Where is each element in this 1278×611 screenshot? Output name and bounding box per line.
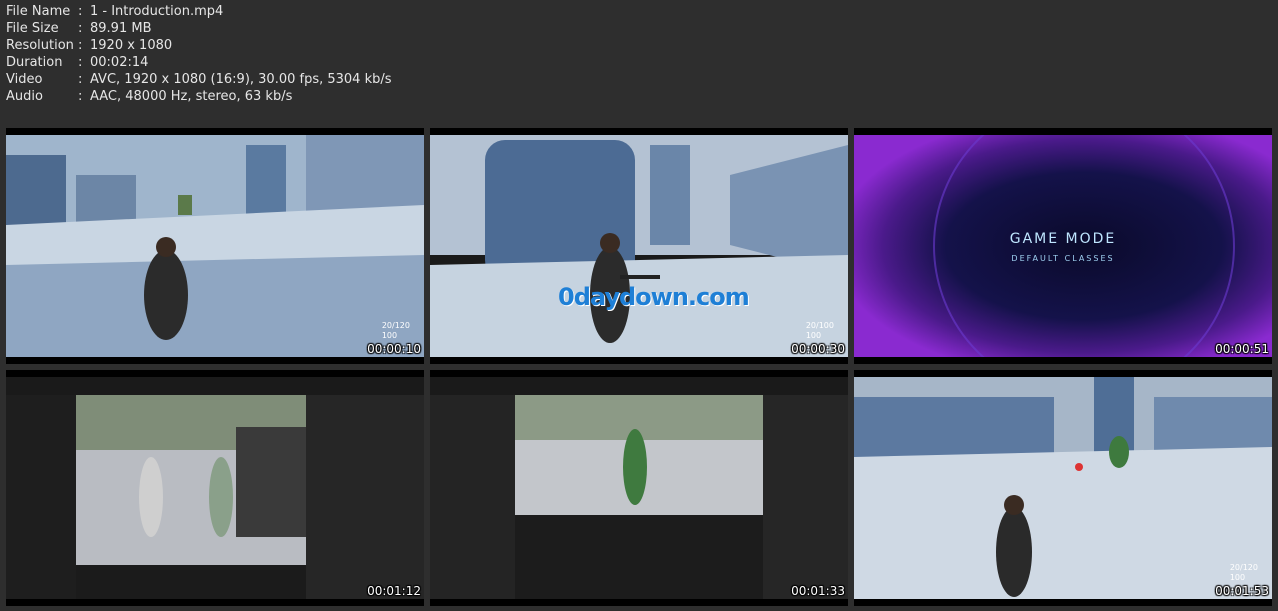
thumbnail-image: [6, 135, 424, 357]
health-value: 100: [1229, 573, 1246, 582]
info-row-duration: Duration : 00:02:14: [6, 54, 392, 71]
info-value: 1920 x 1080: [90, 38, 173, 53]
info-label: File Size: [6, 21, 59, 36]
watermark-text: 0daydown.com: [558, 283, 750, 311]
info-separator: :: [78, 21, 83, 36]
thumbnail-6[interactable]: 20/120 100 00:01:53: [854, 370, 1272, 606]
thumbnail-4[interactable]: 00:01:12: [6, 370, 424, 606]
info-row-video: Video : AVC, 1920 x 1080 (16:9), 30.00 f…: [6, 71, 392, 88]
title-card-subheading: DEFAULT CLASSES: [1011, 254, 1115, 263]
info-label: File Name: [6, 4, 71, 19]
health-value: 100: [381, 331, 398, 340]
info-value: 89.91 MB: [90, 21, 152, 36]
info-separator: :: [78, 38, 83, 53]
thumbnail-2[interactable]: 0daydown.com 20/100 100 00:00:30: [430, 128, 848, 364]
hud-ammo: 20/100 100: [806, 321, 834, 341]
info-separator: :: [78, 72, 83, 87]
file-info-panel: File Name : 1 - Introduction.mp4 File Si…: [6, 3, 392, 105]
timestamp: 00:01:33: [791, 584, 845, 598]
info-row-resolution: Resolution : 1920 x 1080: [6, 37, 392, 54]
info-value: AAC, 48000 Hz, stereo, 63 kb/s: [90, 89, 293, 104]
thumbnail-3[interactable]: GAME MODE DEFAULT CLASSES 00:00:51: [854, 128, 1272, 364]
thumbnail-image: [430, 135, 848, 357]
thumbnail-image: [430, 377, 848, 599]
info-value: 00:02:14: [90, 55, 149, 70]
timestamp: 00:00:51: [1215, 342, 1269, 356]
info-separator: :: [78, 89, 83, 104]
hud-ammo: 20/120 100: [382, 321, 410, 341]
timestamp: 00:00:30: [791, 342, 845, 356]
hud-ammo: 20/120 100: [1230, 563, 1258, 583]
ammo-count: 20/120: [1229, 563, 1258, 572]
thumbnail-image: [6, 377, 424, 599]
info-row-file-size: File Size : 89.91 MB: [6, 20, 392, 37]
info-label: Video: [6, 72, 43, 87]
info-separator: :: [78, 4, 83, 19]
ammo-count: 20/100: [805, 321, 834, 330]
thumbnail-5[interactable]: 00:01:33: [430, 370, 848, 606]
info-separator: :: [78, 55, 83, 70]
thumbnail-1[interactable]: 20/120 100 00:00:10: [6, 128, 424, 364]
info-label: Audio: [6, 89, 43, 104]
health-value: 100: [805, 331, 822, 340]
info-value: AVC, 1920 x 1080 (16:9), 30.00 fps, 5304…: [90, 72, 392, 87]
timestamp: 00:01:53: [1215, 584, 1269, 598]
timestamp: 00:01:12: [367, 584, 421, 598]
title-card-heading: GAME MODE: [1009, 231, 1117, 247]
info-label: Resolution: [6, 38, 74, 53]
ammo-count: 20/120: [381, 321, 410, 330]
info-row-file-name: File Name : 1 - Introduction.mp4: [6, 3, 392, 20]
info-value: 1 - Introduction.mp4: [90, 4, 224, 19]
thumbnail-image: [854, 377, 1272, 599]
info-row-audio: Audio : AAC, 48000 Hz, stereo, 63 kb/s: [6, 88, 392, 105]
timestamp: 00:00:10: [367, 342, 421, 356]
info-label: Duration: [6, 55, 63, 70]
